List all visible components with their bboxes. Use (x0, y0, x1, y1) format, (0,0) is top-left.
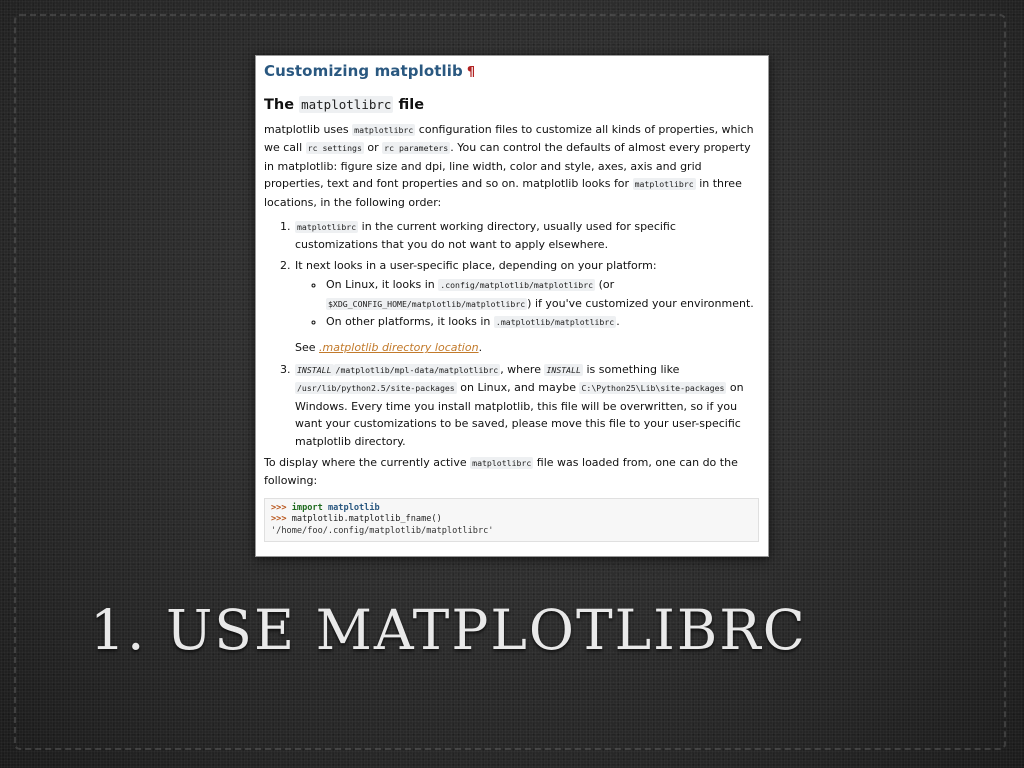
list-item: On Linux, it looks in .config/matplotlib… (325, 276, 759, 313)
code-line: >>> matplotlib.matplotlib_fname() (271, 514, 442, 525)
list-item: INSTALL/matplotlib/mpl-data/matplotlibrc… (294, 361, 759, 450)
list-item: matplotlibrc in the current working dire… (294, 218, 759, 254)
list-item: On other platforms, it looks in .matplot… (325, 313, 759, 331)
platform-list: On Linux, it looks in .config/matplotlib… (295, 276, 759, 331)
slide-title: 1. USE MATPLOTLIBRC (90, 598, 807, 662)
pilcrow-link[interactable]: ¶ (467, 65, 475, 80)
code-example: >>> import matplotlib >>> matplotlib.mat… (264, 497, 759, 542)
doc-title: Customizing matplotlib ¶ (264, 62, 476, 80)
directory-location-link[interactable]: .matplotlib directory location (319, 341, 479, 354)
outro-paragraph: To display where the currently active ma… (264, 455, 738, 488)
location-list: matplotlibrc in the current working dire… (264, 218, 759, 450)
code-line: >>> import matplotlib (271, 502, 380, 513)
doc-subtitle: The matplotlibrc file (264, 96, 425, 113)
code-output: '/home/foo/.config/matplotlib/matplotlib… (271, 525, 494, 536)
intro-paragraph: matplotlib uses matplotlibrc configurati… (264, 123, 754, 209)
documentation-screenshot: Customizing matplotlib ¶ The matplotlibrc… (255, 55, 769, 557)
see-also: See .matplotlib directory location. (295, 341, 483, 355)
list-item: It next looks in a user-specific place, … (294, 257, 759, 357)
